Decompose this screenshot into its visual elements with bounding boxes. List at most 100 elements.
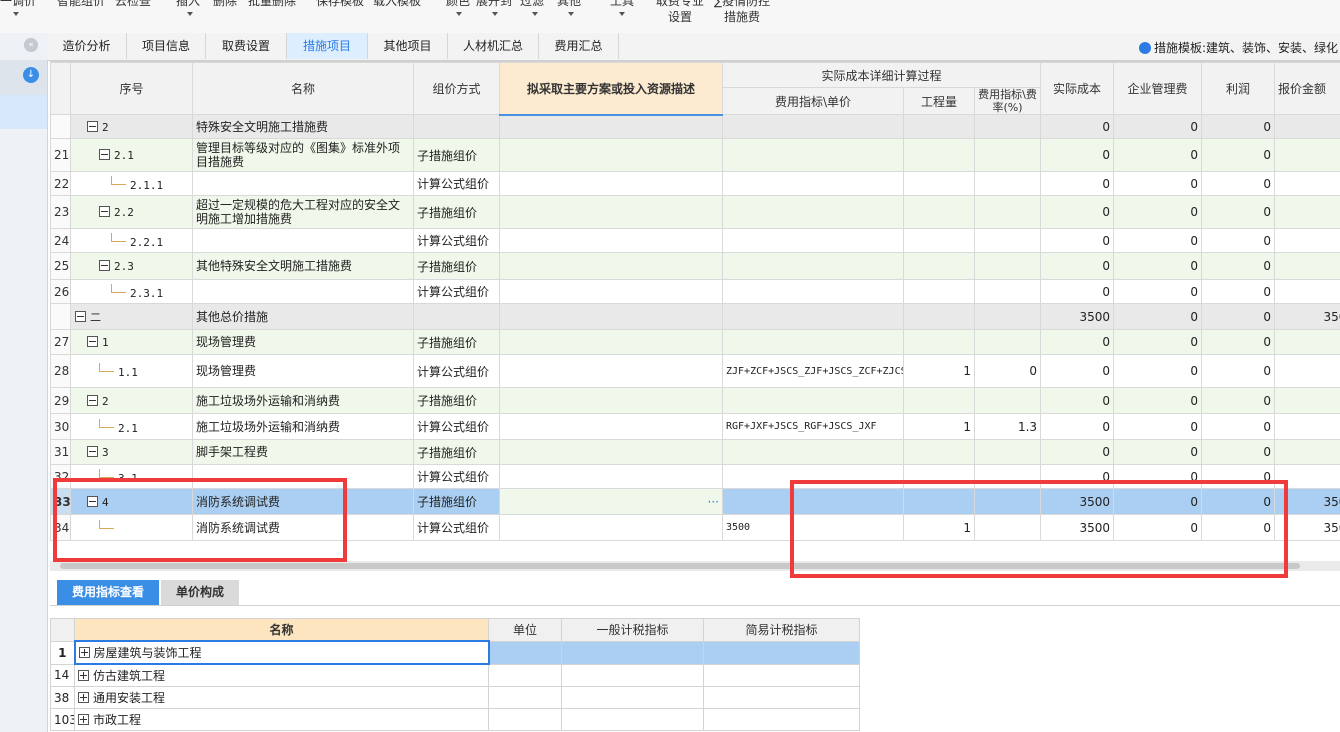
name-cell[interactable]: 超过一定规模的危大工程对应的安全文明施工增加措施费 — [192, 195, 414, 229]
seq-cell[interactable]: 1.1 — [70, 354, 193, 388]
row-number[interactable]: 14 — [50, 663, 75, 687]
row-number[interactable]: 29 — [50, 387, 71, 414]
name-cell[interactable] — [192, 228, 414, 253]
description-cell[interactable] — [499, 464, 723, 489]
tab-measures[interactable]: 措施项目 — [287, 33, 368, 59]
unit-index-cell[interactable]: ZJF+ZCF+JSCS_ZJF+JSCS_ZCF+ZJCSJXCGL — [722, 354, 904, 388]
seq-cell[interactable]: 2 — [70, 387, 193, 414]
row-number[interactable]: 28 — [50, 354, 71, 388]
quantity-cell[interactable] — [903, 279, 975, 304]
description-cell[interactable]: ··· — [499, 488, 723, 515]
method-cell[interactable]: 计算公式组价 — [413, 464, 500, 489]
row-number[interactable]: 22 — [50, 171, 71, 196]
description-cell[interactable] — [499, 114, 723, 139]
quantity-cell[interactable] — [903, 329, 975, 355]
rail-selected-item[interactable] — [0, 95, 47, 129]
index-unit-cell[interactable] — [488, 663, 562, 687]
rate-cell[interactable]: 0 — [973, 354, 1042, 388]
unit-index-cell[interactable] — [722, 228, 904, 253]
unit-index-cell[interactable] — [722, 195, 904, 229]
collapse-toggle-icon[interactable] — [99, 260, 110, 271]
rate-cell[interactable] — [973, 228, 1042, 253]
name-cell[interactable] — [192, 279, 414, 304]
seq-cell[interactable]: 1 — [70, 329, 193, 355]
seq-cell[interactable]: 2.1 — [70, 413, 193, 440]
row-number[interactable]: 31 — [50, 439, 71, 465]
row-number[interactable]: 30 — [50, 413, 71, 440]
quantity-cell[interactable] — [903, 439, 975, 465]
row-number[interactable]: 38 — [50, 686, 75, 709]
seq-cell[interactable]: 二 — [70, 303, 193, 330]
rate-cell[interactable] — [973, 279, 1042, 304]
description-cell[interactable] — [499, 514, 723, 541]
description-cell[interactable] — [499, 354, 723, 388]
tab-fee-setting[interactable]: 取费设置 — [206, 33, 287, 59]
index-name-cell[interactable]: 通用安装工程 — [74, 686, 489, 709]
quantity-cell[interactable]: 1 — [903, 354, 975, 388]
seq-cell[interactable]: 2.1 — [70, 138, 193, 172]
seq-cell[interactable]: 2.3 — [70, 252, 193, 280]
table-row[interactable]: 232.2超过一定规模的危大工程对应的安全文明施工增加措施费子措施组价0000 — [50, 195, 1340, 229]
table-row[interactable]: 2特殊安全文明施工措施费0000 — [50, 114, 1340, 139]
row-number[interactable]: 26 — [50, 279, 71, 304]
method-cell[interactable]: 子措施组价 — [413, 195, 500, 229]
rate-cell[interactable] — [973, 195, 1042, 229]
description-cell[interactable] — [499, 439, 723, 465]
name-cell[interactable]: 其他总价措施 — [192, 303, 414, 330]
row-number[interactable]: 103 — [50, 708, 75, 731]
method-cell[interactable]: 计算公式组价 — [413, 228, 500, 253]
method-cell[interactable]: 计算公式组价 — [413, 354, 500, 388]
rate-cell[interactable] — [973, 303, 1042, 330]
rate-cell[interactable] — [973, 329, 1042, 355]
row-number[interactable]: 24 — [50, 228, 71, 253]
description-cell[interactable] — [499, 195, 723, 229]
table-row[interactable]: 222.1.1计算公式组价0000 — [50, 171, 1340, 196]
method-cell[interactable]: 子措施组价 — [413, 439, 500, 465]
method-cell[interactable]: 子措施组价 — [413, 252, 500, 280]
method-cell[interactable]: 子措施组价 — [413, 329, 500, 355]
header-rate[interactable]: 费用指标\费率(%) — [973, 87, 1042, 115]
description-cell[interactable] — [499, 171, 723, 196]
unit-index-cell[interactable] — [722, 138, 904, 172]
rate-cell[interactable]: 1.3 — [973, 413, 1042, 440]
rate-cell[interactable] — [973, 171, 1042, 196]
unit-index-cell[interactable] — [722, 387, 904, 414]
rate-cell[interactable] — [973, 439, 1042, 465]
name-cell[interactable]: 其他特殊安全文明施工措施费 — [192, 252, 414, 280]
description-cell[interactable] — [499, 329, 723, 355]
toolbar-insert[interactable]: 插入 — [176, 0, 200, 9]
header-simple-tax[interactable]: 简易计税指标 — [703, 618, 860, 642]
quantity-cell[interactable] — [903, 171, 975, 196]
method-cell[interactable] — [413, 303, 500, 330]
rate-cell[interactable] — [973, 252, 1042, 280]
quantity-cell[interactable] — [903, 303, 975, 330]
rate-cell[interactable] — [973, 387, 1042, 414]
row-number[interactable]: 27 — [50, 329, 71, 355]
general-tax-cell[interactable] — [561, 640, 704, 665]
toolbar-smart-pricing[interactable]: 智能组价 — [57, 0, 105, 9]
tab-unit-price-composition[interactable]: 单价构成 — [161, 580, 239, 605]
method-cell[interactable]: 计算公式组价 — [413, 413, 500, 440]
collapse-toggle-icon[interactable] — [99, 206, 110, 217]
description-cell[interactable] — [499, 387, 723, 414]
seq-cell[interactable]: 2 — [70, 114, 193, 139]
list-item[interactable]: 38 通用安装工程 — [50, 686, 860, 709]
method-cell[interactable]: 计算公式组价 — [413, 514, 500, 541]
unit-index-cell[interactable] — [722, 114, 904, 139]
expand-icon[interactable] — [78, 670, 89, 681]
description-cell[interactable] — [499, 303, 723, 330]
toolbar-other[interactable]: 其他 — [557, 0, 581, 9]
row-number[interactable] — [50, 303, 71, 330]
download-icon[interactable]: ↓ — [23, 67, 39, 83]
row-number[interactable]: 25 — [50, 252, 71, 280]
name-cell[interactable]: 施工垃圾场外运输和消纳费 — [192, 387, 414, 414]
header-management-fee[interactable]: 企业管理费 — [1113, 62, 1203, 115]
collapse-toggle-icon[interactable] — [87, 120, 98, 132]
name-cell[interactable] — [192, 171, 414, 196]
rate-cell[interactable] — [973, 114, 1042, 139]
header-profit[interactable]: 利润 — [1201, 62, 1276, 115]
table-row[interactable]: 30 2.1 施工垃圾场外运输和消纳费 计算公式组价 RGF+JXF+JSCS_RGF+… — [50, 413, 1340, 440]
method-cell[interactable]: 子措施组价 — [413, 138, 500, 172]
general-tax-cell[interactable] — [561, 663, 704, 687]
measure-template-link[interactable]: 措施模板:建筑、装饰、安装、绿化 — [1139, 39, 1338, 56]
